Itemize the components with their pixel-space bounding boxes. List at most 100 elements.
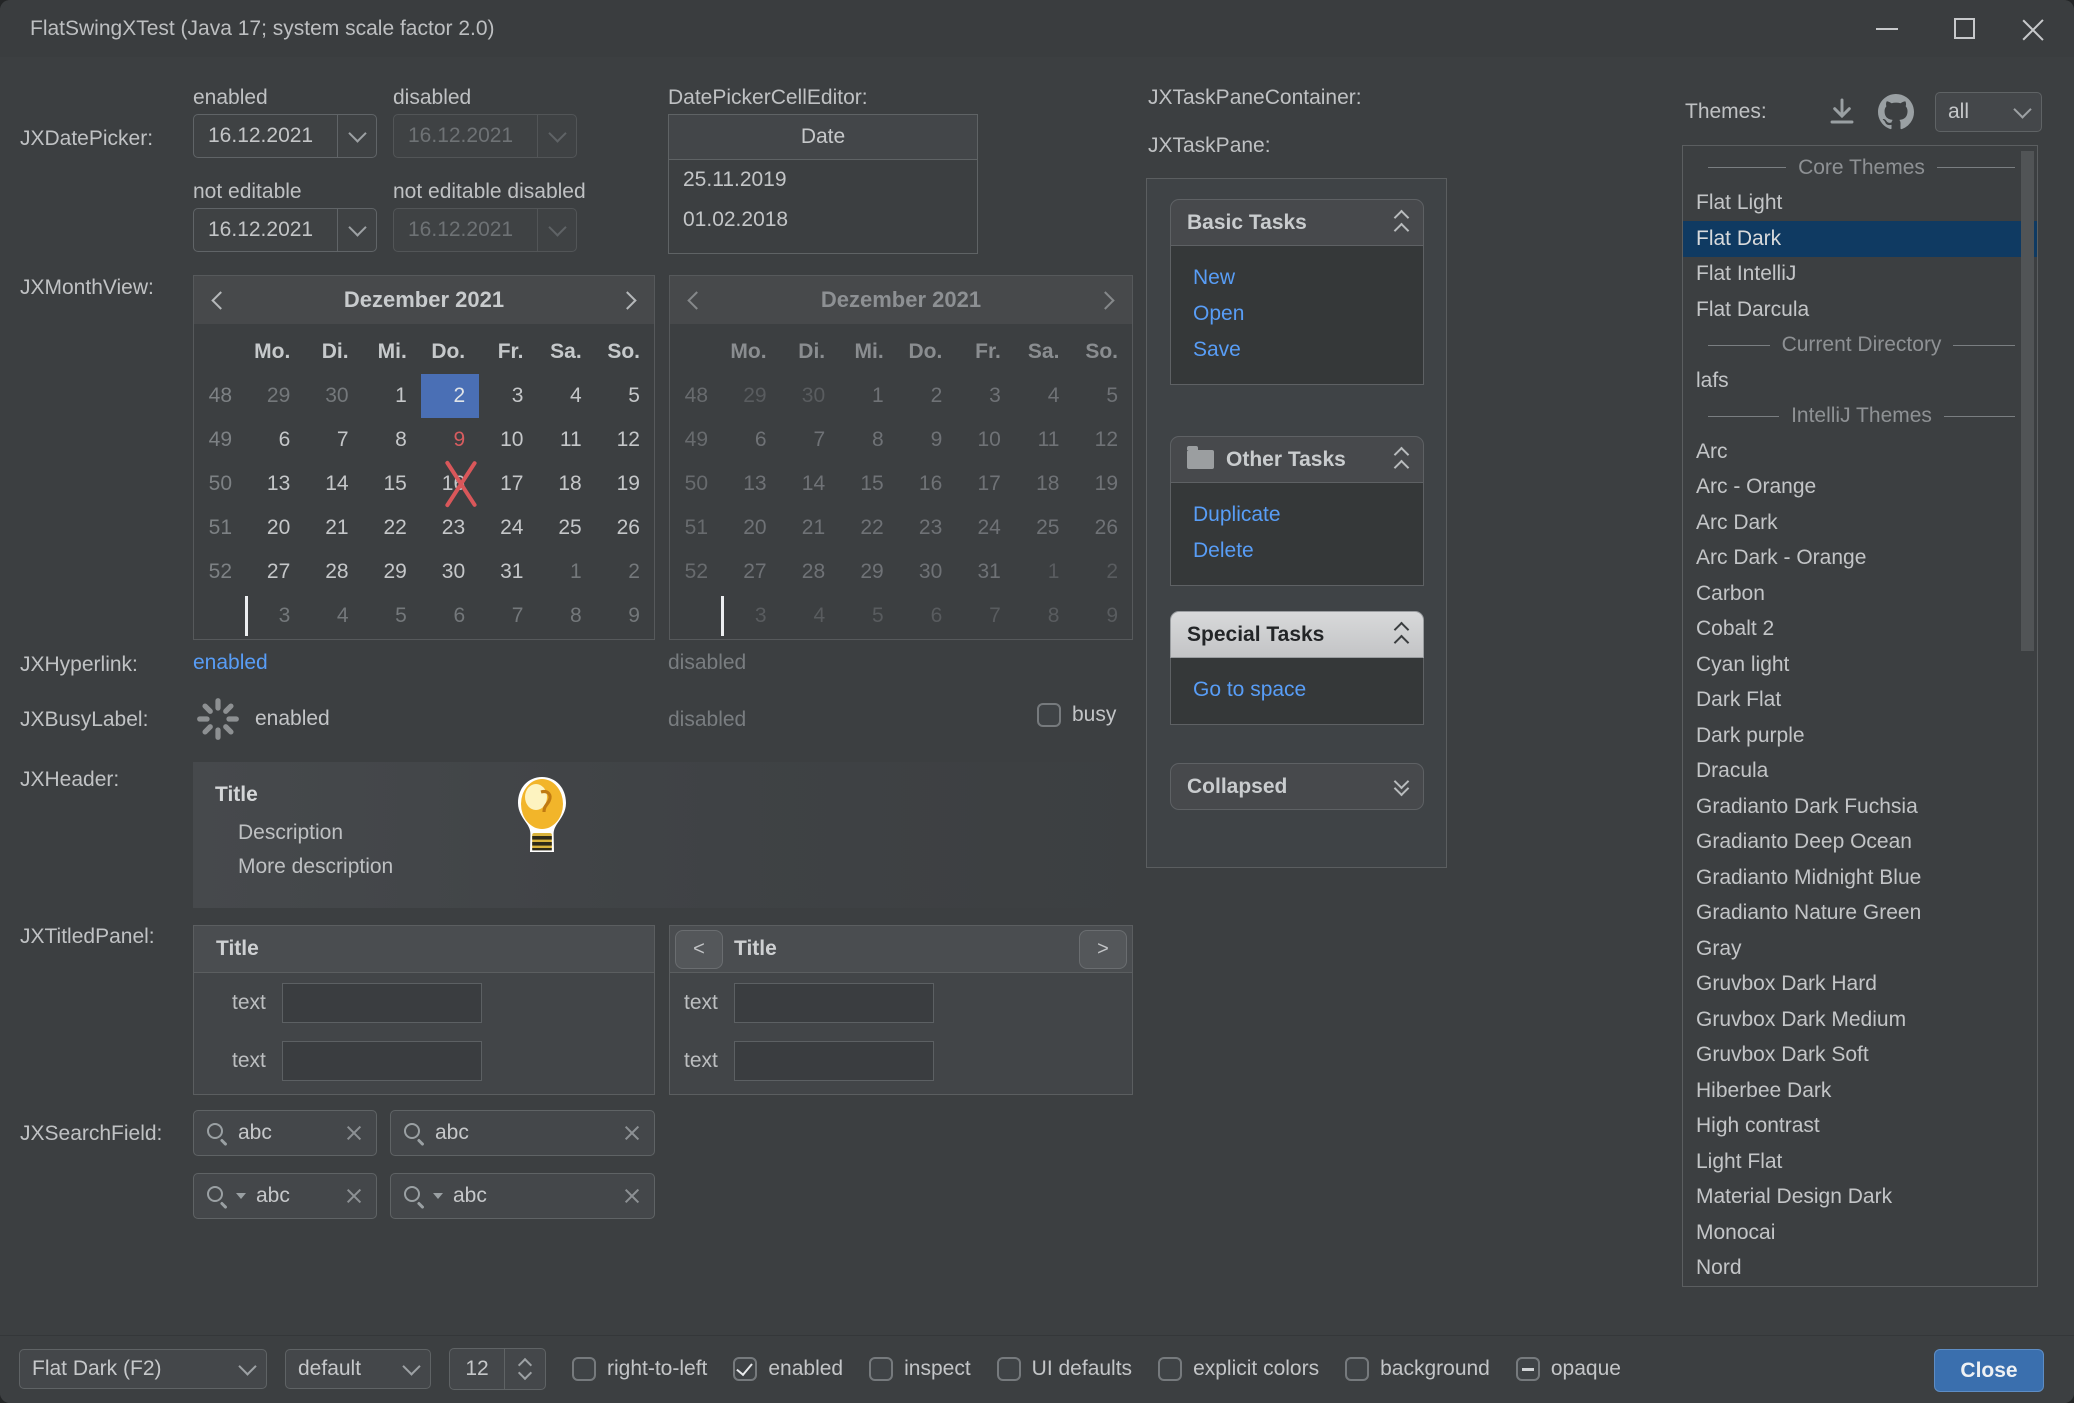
theme-item[interactable]: Arc Dark: [1683, 505, 2037, 541]
prev-month-icon[interactable]: [211, 291, 229, 309]
calendar-cell[interactable]: 8: [363, 418, 421, 462]
calendar-cell[interactable]: 1: [363, 374, 421, 418]
calendar-cell[interactable]: 29: [246, 374, 304, 418]
theme-item[interactable]: Material Design Dark: [1683, 1180, 2037, 1216]
checkbox-box[interactable]: [1516, 1357, 1540, 1381]
minimize-button[interactable]: [1854, 0, 1920, 57]
taskpane-link[interactable]: Open: [1171, 296, 1423, 332]
theme-item[interactable]: Gruvbox Dark Hard: [1683, 967, 2037, 1003]
calendar-cell[interactable]: 6: [421, 594, 479, 638]
option-checkbox[interactable]: enabled: [733, 1357, 843, 1381]
spinner-arrows[interactable]: [504, 1349, 545, 1389]
taskpane-link[interactable]: Go to space: [1171, 672, 1423, 708]
calendar-cell[interactable]: 31: [479, 550, 537, 594]
theme-item[interactable]: Monocai: [1683, 1215, 2037, 1251]
taskpane-special-header[interactable]: Special Tasks: [1170, 611, 1424, 658]
datepicker-enabled[interactable]: 16.12.2021: [193, 114, 377, 158]
maximize-button[interactable]: [1931, 0, 1997, 57]
theme-item[interactable]: Gradianto Nature Green: [1683, 896, 2037, 932]
calendar-cell[interactable]: 9: [596, 594, 654, 638]
themes-filter-combo[interactable]: all: [1935, 92, 2042, 132]
text-input[interactable]: [734, 1041, 934, 1081]
option-checkbox[interactable]: explicit colors: [1158, 1357, 1319, 1381]
collapse-chevron-icon[interactable]: [1396, 210, 1407, 236]
theme-item[interactable]: Flat Light: [1683, 186, 2037, 222]
calendar-cell[interactable]: 16: [421, 462, 479, 506]
theme-item[interactable]: Core Themes: [1683, 150, 2037, 186]
calendar-cell[interactable]: 22: [363, 506, 421, 550]
theme-item[interactable]: lafs: [1683, 363, 2037, 399]
calendar-cell[interactable]: 48: [194, 374, 246, 418]
calendar-cell[interactable]: [194, 330, 246, 374]
datepicker-dropdown-button[interactable]: [337, 209, 376, 251]
calendar-cell[interactable]: 7: [304, 418, 362, 462]
table-row[interactable]: 01.02.2018: [669, 200, 977, 240]
calendar-cell[interactable]: 30: [421, 550, 479, 594]
checkbox-box[interactable]: [1158, 1357, 1182, 1381]
calendar-cell[interactable]: 30: [304, 374, 362, 418]
search-field-1[interactable]: abc: [193, 1110, 377, 1156]
calendar-cell[interactable]: 8: [537, 594, 595, 638]
calendar-cell[interactable]: 24: [479, 506, 537, 550]
option-checkbox[interactable]: UI defaults: [997, 1357, 1132, 1381]
datepicker-not-editable[interactable]: 16.12.2021: [193, 208, 377, 252]
theme-item[interactable]: Gradianto Dark Fuchsia: [1683, 789, 2037, 825]
option-checkbox[interactable]: opaque: [1516, 1357, 1621, 1381]
calendar-cell[interactable]: Sa.: [537, 330, 595, 374]
calendar-cell[interactable]: So.: [596, 330, 654, 374]
calendar-cell[interactable]: 5: [363, 594, 421, 638]
calendar-cell[interactable]: 12: [596, 418, 654, 462]
option-checkbox[interactable]: background: [1345, 1357, 1490, 1381]
table-row[interactable]: 25.11.2019: [669, 160, 977, 200]
calendar-cell[interactable]: 17: [479, 462, 537, 506]
collapse-chevron-icon[interactable]: [1396, 622, 1407, 648]
calendar-cell[interactable]: 25: [537, 506, 595, 550]
hyperlink-enabled[interactable]: enabled: [193, 651, 268, 675]
taskpane-link[interactable]: Delete: [1171, 533, 1423, 569]
theme-item[interactable]: Cyan light: [1683, 647, 2037, 683]
style-combo[interactable]: default: [285, 1349, 431, 1389]
theme-item[interactable]: Dark purple: [1683, 718, 2037, 754]
search-input[interactable]: abc: [453, 1184, 612, 1208]
clear-icon[interactable]: [344, 1186, 364, 1206]
calendar-cell[interactable]: [194, 594, 246, 638]
calendar-cell[interactable]: 29: [363, 550, 421, 594]
calendar-cell[interactable]: 3: [246, 594, 304, 638]
calendar-cell[interactable]: 28: [304, 550, 362, 594]
expand-chevron-icon[interactable]: [1396, 780, 1407, 794]
table-header-date[interactable]: Date: [669, 115, 977, 160]
calendar-cell[interactable]: 1: [537, 550, 595, 594]
collapse-chevron-icon[interactable]: [1396, 447, 1407, 473]
calendar-cell[interactable]: 11: [537, 418, 595, 462]
calendar-cell[interactable]: 15: [363, 462, 421, 506]
spinner-value[interactable]: 12: [450, 1349, 504, 1389]
checkbox-box[interactable]: [997, 1357, 1021, 1381]
next-month-icon[interactable]: [618, 291, 636, 309]
calendar-cell[interactable]: 3: [479, 374, 537, 418]
search-input[interactable]: abc: [238, 1121, 334, 1145]
checkbox-box[interactable]: [1037, 703, 1061, 727]
calendar-cell[interactable]: 9: [421, 418, 479, 462]
search-input[interactable]: abc: [256, 1184, 334, 1208]
calendar-cell[interactable]: 23: [421, 506, 479, 550]
calendar-cell[interactable]: 18: [537, 462, 595, 506]
theme-item[interactable]: Current Directory: [1683, 328, 2037, 364]
download-icon[interactable]: [1826, 96, 1858, 128]
theme-item[interactable]: Gray: [1683, 931, 2037, 967]
datepicker-dropdown-button[interactable]: [337, 115, 376, 157]
theme-item[interactable]: Gruvbox Dark Medium: [1683, 1002, 2037, 1038]
theme-item[interactable]: Hiberbee Dark: [1683, 1073, 2037, 1109]
theme-item[interactable]: Carbon: [1683, 576, 2037, 612]
calendar-cell[interactable]: 4: [304, 594, 362, 638]
theme-item[interactable]: High contrast: [1683, 1109, 2037, 1145]
theme-item[interactable]: Arc: [1683, 434, 2037, 470]
theme-item[interactable]: Flat Dark: [1683, 221, 2037, 257]
font-size-spinner[interactable]: 12: [449, 1348, 546, 1390]
search-field-3[interactable]: abc: [193, 1173, 377, 1219]
theme-item[interactable]: Light Flat: [1683, 1144, 2037, 1180]
scrollbar-thumb[interactable]: [2021, 151, 2034, 651]
calendar-cell[interactable]: Di.: [304, 330, 362, 374]
calendar-cell[interactable]: 14: [304, 462, 362, 506]
busy-checkbox[interactable]: busy: [1037, 703, 1116, 727]
calendar-cell[interactable]: 7: [479, 594, 537, 638]
